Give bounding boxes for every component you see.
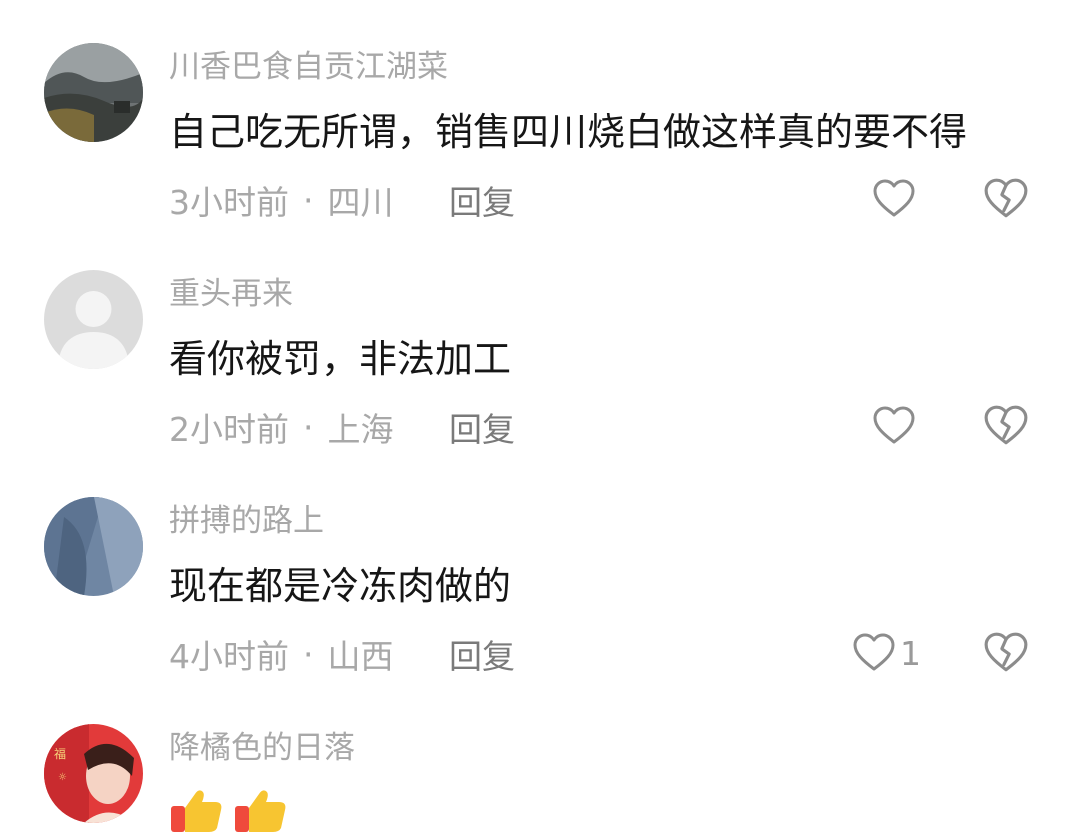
like-count: 1 xyxy=(900,633,921,673)
comment-time: 2小时前 xyxy=(169,410,289,449)
like-button[interactable] xyxy=(872,176,916,222)
broken-heart-icon xyxy=(984,405,1028,445)
red-portrait-avatar-icon: 福 ☼ xyxy=(44,724,143,823)
blue-photo-avatar-icon xyxy=(44,497,143,596)
heart-outline-icon xyxy=(853,633,895,671)
comment-meta: 3小时前 · 四川 xyxy=(169,178,394,223)
dislike-button[interactable] xyxy=(983,176,1029,222)
avatar[interactable] xyxy=(44,43,143,142)
svg-text:☼: ☼ xyxy=(58,772,67,783)
dislike-button[interactable] xyxy=(983,403,1029,449)
comment-emoji-content xyxy=(169,786,289,832)
heart-outline-icon xyxy=(873,179,915,217)
thumbs-up-emoji-icon xyxy=(235,790,286,832)
comment-username[interactable]: 拼搏的路上 xyxy=(169,501,324,541)
avatar[interactable]: 福 ☼ xyxy=(44,724,143,823)
meta-separator: · xyxy=(303,634,314,674)
comment-username[interactable]: 川香巴食自贡江湖菜 xyxy=(169,47,448,87)
like-button[interactable]: 1 xyxy=(852,630,921,676)
like-button[interactable] xyxy=(872,403,916,449)
comment-location: 上海 xyxy=(327,410,394,449)
comment-username[interactable]: 降橘色的日落 xyxy=(169,728,355,768)
comment-time: 4小时前 xyxy=(169,637,289,676)
thumbs-up-emoji-icon xyxy=(171,790,222,832)
comment-time: 3小时前 xyxy=(169,183,289,222)
comment-meta: 2小时前 · 上海 xyxy=(169,405,394,450)
meta-separator: · xyxy=(303,407,314,447)
comment-meta: 4小时前 · 山西 xyxy=(169,632,394,677)
comment-text: 看你被罚，非法加工 xyxy=(169,337,512,381)
meta-separator: · xyxy=(303,180,314,220)
avatar[interactable] xyxy=(44,497,143,596)
reply-button[interactable]: 回复 xyxy=(449,632,515,676)
comment-item: 福 ☼ 降橘色的日落 xyxy=(0,681,1080,832)
svg-text:福: 福 xyxy=(54,746,66,761)
comment-item: 川香巴食自贡江湖菜 自己吃无所谓，销售四川烧白做这样真的要不得 3小时前 · 四… xyxy=(0,0,1080,227)
broken-heart-icon xyxy=(984,178,1028,218)
comment-username[interactable]: 重头再来 xyxy=(169,274,293,314)
comment-list: 川香巴食自贡江湖菜 自己吃无所谓，销售四川烧白做这样真的要不得 3小时前 · 四… xyxy=(0,0,1080,832)
comment-text: 自己吃无所谓，销售四川烧白做这样真的要不得 xyxy=(169,110,968,154)
landscape-avatar-icon xyxy=(44,43,143,142)
broken-heart-icon xyxy=(984,632,1028,672)
comment-text: 现在都是冷冻肉做的 xyxy=(169,564,512,608)
reply-button[interactable]: 回复 xyxy=(449,178,515,222)
comment-location: 山西 xyxy=(327,637,394,676)
comment-location: 四川 xyxy=(327,183,394,222)
comment-item: 重头再来 看你被罚，非法加工 2小时前 · 上海 回复 xyxy=(0,227,1080,454)
comment-item: 拼搏的路上 现在都是冷冻肉做的 4小时前 · 山西 回复 1 xyxy=(0,454,1080,681)
default-person-avatar-icon xyxy=(44,270,143,369)
dislike-button[interactable] xyxy=(983,630,1029,676)
reply-button[interactable]: 回复 xyxy=(449,405,515,449)
heart-outline-icon xyxy=(873,406,915,444)
avatar[interactable] xyxy=(44,270,143,369)
